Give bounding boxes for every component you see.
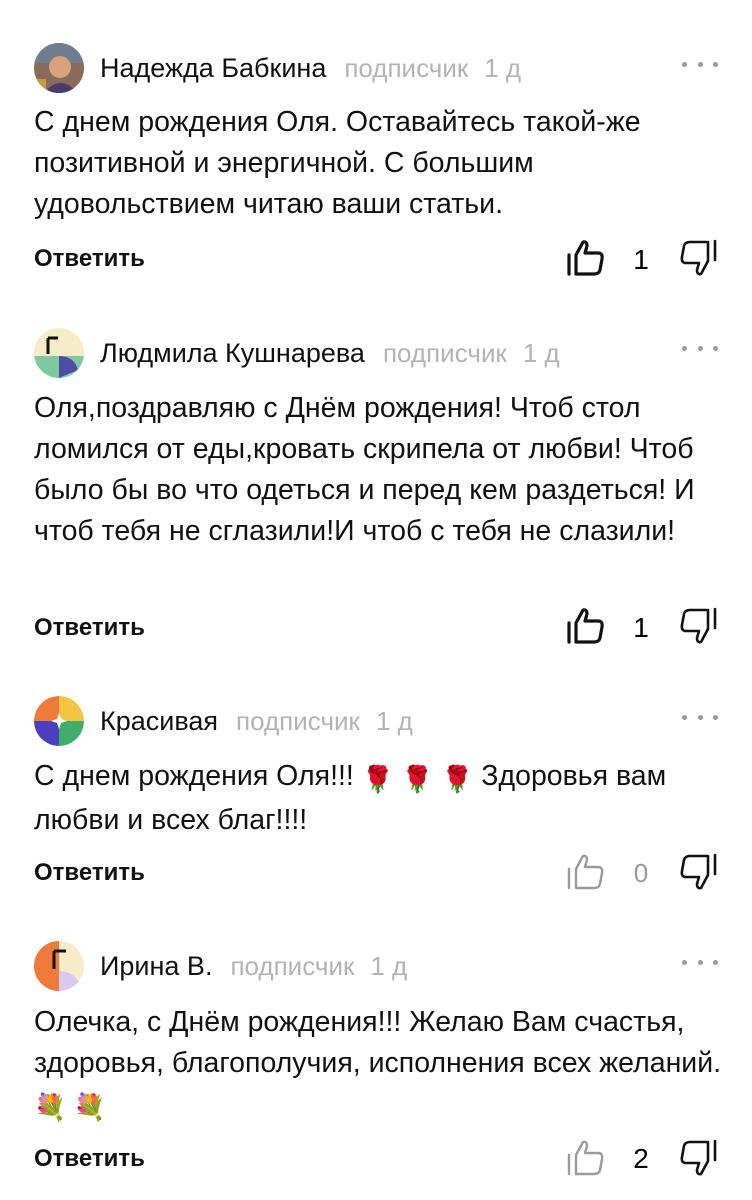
thumbs-up-icon[interactable] [566, 606, 606, 646]
author-name[interactable]: Красивая [100, 706, 218, 737]
comment-header: Ирина В. подписчик 1 д [100, 941, 407, 991]
thumbs-down-icon[interactable] [680, 238, 718, 278]
comment-header: Надежда Бабкина подписчик 1 д [100, 43, 521, 93]
likes-count: 2 [633, 1143, 649, 1174]
comment-header: Людмила Кушнарева подписчик 1 д [100, 328, 560, 378]
thumbs-up-icon[interactable] [566, 852, 606, 892]
comment-text: Олечка, с Днём рождения!!! Желаю Вам сча… [34, 1002, 724, 1128]
likes-count: 0 [633, 858, 649, 888]
thumbs-up-icon[interactable] [566, 238, 606, 278]
comment-text: С днем рождения Оля. Оставайтесь такой-ж… [34, 106, 641, 220]
comment-meta: подписчик 1 д [230, 951, 407, 982]
rose-emoji: 🌹 🌹 🌹 [361, 764, 474, 794]
reply-button[interactable]: Ответить [34, 614, 145, 642]
comment-text: С днем рождения Оля!!! 🌹 🌹 🌹 Здоровья ва… [34, 756, 724, 841]
author-name[interactable]: Надежда Бабкина [100, 53, 326, 84]
author-role: подписчик [344, 52, 469, 83]
reply-button[interactable]: Ответить [34, 245, 145, 273]
comment-age: 1 д [522, 337, 560, 368]
more-dots-icon[interactable] [682, 710, 718, 724]
comment-meta: подписчик 1 д [383, 338, 560, 369]
comment-text-start: С днем рождения Оля!!! [34, 760, 362, 792]
author-role: подписчик [382, 337, 507, 368]
comment-age: 1 д [484, 52, 522, 83]
bouquet-emoji: 💐 💐 [34, 1092, 106, 1122]
likes-count: 1 [633, 244, 649, 275]
comment-text: Оля,поздравляю с Днём рождения! Чтоб сто… [34, 392, 695, 547]
comment-age: 1 д [370, 950, 408, 981]
comment-age: 1 д [375, 705, 413, 736]
comment-header: Красивая подписчик 1 д [100, 696, 413, 746]
thumbs-down-icon[interactable] [680, 606, 718, 646]
reply-button[interactable]: Ответить [34, 1145, 145, 1173]
avatar[interactable] [34, 328, 84, 378]
author-role: подписчик [230, 950, 355, 981]
reply-button[interactable]: Ответить [34, 859, 145, 887]
comment-meta: подписчик 1 д [344, 53, 521, 84]
more-dots-icon[interactable] [682, 57, 718, 71]
avatar[interactable] [34, 696, 84, 746]
author-name[interactable]: Ирина В. [100, 951, 212, 982]
thumbs-down-icon[interactable] [680, 1138, 718, 1178]
author-role: подписчик [236, 705, 360, 736]
avatar[interactable] [34, 43, 84, 93]
more-dots-icon[interactable] [682, 341, 718, 355]
avatar[interactable] [34, 941, 84, 991]
more-dots-icon[interactable] [682, 955, 718, 969]
author-name[interactable]: Людмила Кушнарева [100, 338, 365, 369]
comment-meta: подписчик 1 д [236, 706, 413, 737]
thumbs-up-icon[interactable] [566, 1138, 606, 1178]
likes-count: 1 [633, 612, 649, 643]
thumbs-down-icon[interactable] [680, 852, 718, 892]
comment-text-body: Олечка, с Днём рождения!!! Желаю Вам сча… [34, 1006, 722, 1079]
